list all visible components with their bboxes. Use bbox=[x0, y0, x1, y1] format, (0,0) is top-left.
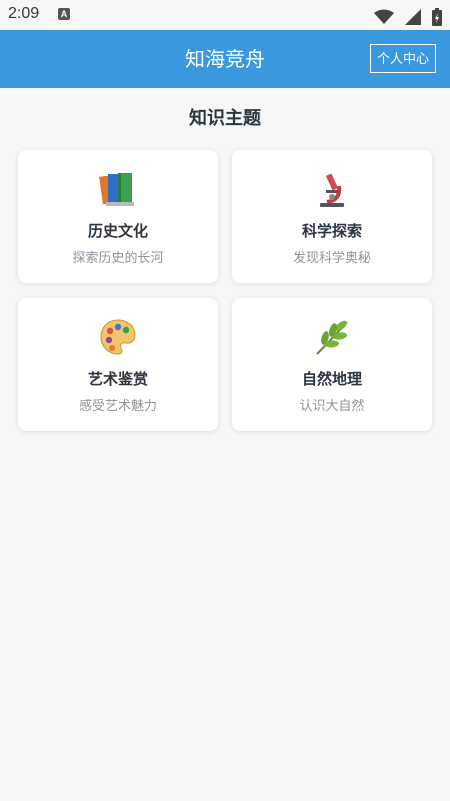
topic-subtitle: 认识大自然 bbox=[299, 399, 365, 414]
topic-subtitle: 探索历史的长河 bbox=[72, 251, 164, 266]
topic-card-geography[interactable]: 自然地理 认识大自然 bbox=[232, 298, 432, 431]
palette-icon bbox=[18, 318, 218, 356]
topic-subtitle: 发现科学奥秘 bbox=[292, 251, 371, 266]
topic-title: 自然地理 bbox=[301, 370, 362, 388]
topic-card-science[interactable]: 科学探索 发现科学奥秘 bbox=[232, 150, 432, 283]
microscope-icon bbox=[232, 170, 432, 208]
status-icons bbox=[368, 6, 442, 26]
topic-title: 历史文化 bbox=[87, 222, 148, 240]
status-time: 2:09 bbox=[8, 5, 40, 22]
topic-card-history[interactable]: 历史文化 探索历史的长河 bbox=[18, 150, 218, 283]
topic-subtitle: 感受艺术魅力 bbox=[78, 399, 157, 414]
app-notification-icon: A bbox=[58, 8, 70, 20]
herb-icon bbox=[232, 318, 432, 356]
status-bar: 2:09 A bbox=[0, 0, 450, 30]
topic-title: 科学探索 bbox=[301, 222, 362, 240]
books-icon bbox=[18, 170, 218, 208]
topic-title: 艺术鉴赏 bbox=[87, 370, 148, 388]
battery-icon bbox=[432, 7, 442, 26]
profile-center-button[interactable]: 个人中心 bbox=[369, 44, 436, 73]
wifi-icon bbox=[373, 9, 394, 24]
topic-card-art[interactable]: 艺术鉴赏 感受艺术魅力 bbox=[18, 298, 218, 431]
signal-icon bbox=[404, 8, 421, 25]
section-title: 知识主题 bbox=[189, 108, 261, 129]
app-bar: 知海竞舟 个人中心 bbox=[0, 30, 450, 88]
